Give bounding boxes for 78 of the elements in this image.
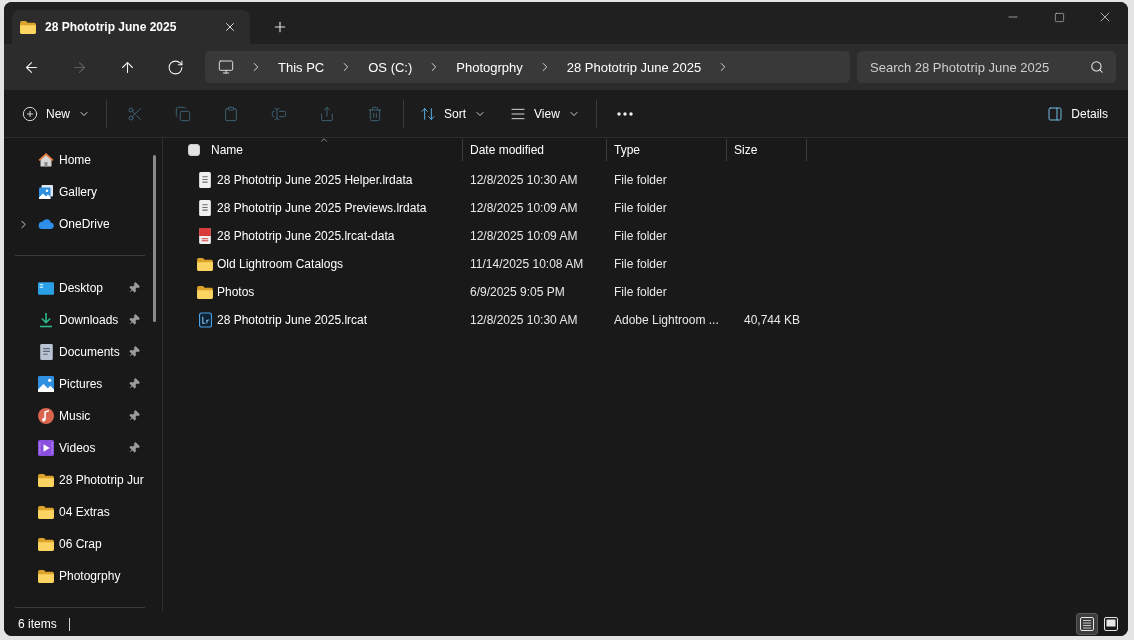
type-cell-text: File folder xyxy=(613,229,668,243)
details-view-button[interactable] xyxy=(1076,613,1098,635)
desktop-icon xyxy=(38,281,54,295)
date-cell-text: 12/8/2025 10:30 AM xyxy=(469,313,579,327)
document-icon xyxy=(199,200,211,216)
folder-icon xyxy=(20,20,36,34)
file-name[interactable]: Photos xyxy=(217,285,255,299)
sidebar-item[interactable]: 06 Crap xyxy=(4,528,147,560)
date-cell-text: 12/8/2025 10:09 AM xyxy=(469,201,579,215)
file-name[interactable]: 28 Phototrip June 2025.lrcat xyxy=(217,313,368,327)
sidebar-item[interactable]: Gallery xyxy=(4,176,147,208)
column-header[interactable]: Size xyxy=(727,139,807,161)
view-button[interactable]: View xyxy=(502,97,588,130)
folder-icon xyxy=(38,473,54,487)
tab[interactable]: 28 Phototrip June 2025 xyxy=(12,10,250,44)
sidebar-item[interactable]: Desktop xyxy=(4,272,147,304)
computer-icon xyxy=(218,59,234,75)
search-field[interactable]: Search 28 Phototrip June 2025 xyxy=(857,51,1116,83)
breadcrumb[interactable]: Photogrphy xyxy=(450,55,529,79)
folder-icon xyxy=(197,257,213,271)
sidebar-item[interactable]: Downloads xyxy=(4,304,147,336)
date-cell-text: 12/8/2025 10:30 AM xyxy=(469,173,579,187)
sidebar-item[interactable]: 28 Phototrip Jur xyxy=(4,464,147,496)
sidebar-item[interactable]: 04 Extras xyxy=(4,496,147,528)
address-bar[interactable]: This PC OS (C:) Photogrphy 28 Phototrip June 2025 xyxy=(205,51,850,83)
breadcrumb[interactable]: This PC xyxy=(272,55,331,79)
music-note-icon xyxy=(38,408,54,424)
folder-icon xyxy=(38,537,54,551)
file-name[interactable]: 28 Phototrip June 2025 Helper.lrdata xyxy=(217,173,413,187)
size-cell-text: 40,744 KB xyxy=(743,313,801,327)
file-name[interactable]: Old Lightroom Catalogs xyxy=(217,257,344,271)
folder-icon xyxy=(38,505,54,519)
sidebar-item[interactable]: Pictures xyxy=(4,368,147,400)
house-icon xyxy=(38,152,54,168)
list-view-icon xyxy=(1080,617,1094,631)
sidebar-item[interactable]: Photogrphy xyxy=(4,560,147,592)
document-icon xyxy=(39,344,53,360)
date-cell-text: 11/14/2025 10:08 AM xyxy=(469,257,585,271)
new-button[interactable]: New xyxy=(14,97,98,130)
maximize-icon xyxy=(1053,11,1065,23)
sidebar-item[interactable]: Home xyxy=(4,144,147,176)
file-name[interactable]: 28 Phototrip June 2025 Previews.lrdata xyxy=(217,201,427,215)
document-icon xyxy=(199,172,211,188)
type-cell-text: File folder xyxy=(613,285,668,299)
date-cell-text: 6/9/2025 9:05 PM xyxy=(469,285,566,299)
cloud-icon xyxy=(38,219,54,229)
sidebar-item[interactable]: OneDrive xyxy=(4,208,147,240)
breadcrumb[interactable]: 28 Phototrip June 2025 xyxy=(560,55,708,79)
column-header[interactable]: Name xyxy=(163,139,463,161)
folder-icon xyxy=(38,569,54,583)
select-all-checkbox[interactable] xyxy=(188,144,200,156)
close-icon xyxy=(223,20,237,34)
gallery-icon xyxy=(38,184,54,200)
column-header[interactable]: Date modified xyxy=(463,139,607,161)
video-icon xyxy=(38,440,54,456)
type-cell-text: File folder xyxy=(613,173,668,187)
download-icon xyxy=(38,312,54,328)
column-header[interactable]: Type xyxy=(607,139,727,161)
tiles-view-icon xyxy=(1104,617,1118,631)
file-icon xyxy=(198,312,212,328)
type-cell-text: File folder xyxy=(613,257,668,271)
sidebar-item[interactable]: Music xyxy=(4,400,147,432)
sidebar-item[interactable]: Documents xyxy=(4,336,147,368)
type-cell-text: File folder xyxy=(613,201,668,215)
date-cell-text: 12/8/2025 10:09 AM xyxy=(469,229,579,243)
file-name[interactable]: 28 Phototrip June 2025.lrcat-data xyxy=(217,229,395,243)
details-pane-icon xyxy=(1047,105,1064,122)
sort-button[interactable]: Sort xyxy=(412,97,495,130)
breadcrumb[interactable]: OS (C:) xyxy=(362,55,419,79)
search-icon xyxy=(1090,60,1104,74)
folder-icon xyxy=(197,285,213,299)
type-cell-text: Adobe Lightroom ... xyxy=(613,313,720,327)
plus-icon xyxy=(272,19,288,35)
item-count: 6 items xyxy=(18,617,57,631)
picture-icon xyxy=(38,376,54,392)
document-icon xyxy=(199,228,211,244)
sidebar-item[interactable]: Videos xyxy=(4,432,147,464)
details-button[interactable]: Details xyxy=(1039,97,1116,130)
